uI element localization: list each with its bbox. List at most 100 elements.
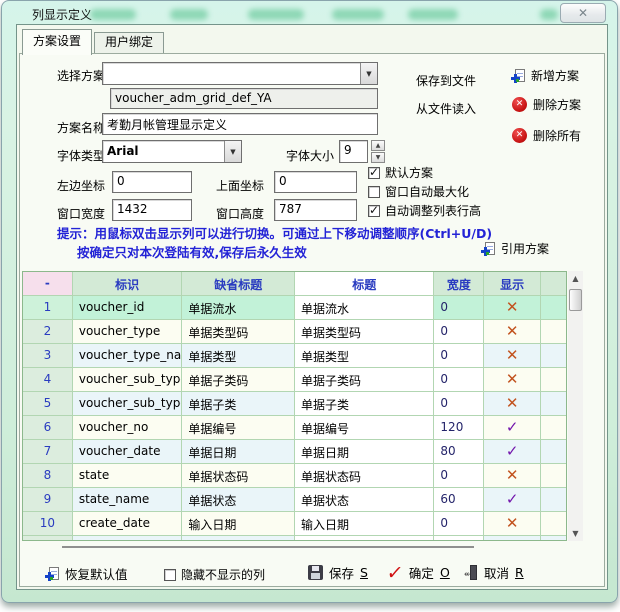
cell-identifier[interactable]: create_date (73, 512, 183, 536)
row-number[interactable]: 7 (23, 440, 73, 464)
cell-title[interactable]: 单据子类 (295, 392, 434, 416)
header-index[interactable]: - (23, 272, 73, 296)
cell-identifier[interactable]: voucher_sub_type (73, 392, 183, 416)
window-height-input[interactable]: 787 (274, 199, 357, 221)
row-number[interactable]: 4 (23, 368, 73, 392)
apply-scheme-button[interactable]: 引用方案 (482, 240, 549, 257)
cell-width[interactable] (434, 536, 484, 541)
checkbox-auto-maximize[interactable]: 窗口自动最大化 (368, 183, 469, 200)
grid-row[interactable]: 10create_date输入日期输入日期0✕ (23, 512, 566, 536)
grid-horizontal-slider[interactable] (62, 546, 474, 548)
tab-scheme-settings[interactable]: 方案设置 (22, 29, 92, 55)
cell-extra[interactable] (541, 392, 566, 416)
cell-title[interactable]: 输入人员 (295, 536, 434, 541)
grid-row[interactable]: 5voucher_sub_type单据子类单据子类0✕ (23, 392, 566, 416)
cell-default-title[interactable]: 单据子类码 (182, 368, 295, 392)
header-title[interactable]: 标题 (295, 272, 434, 296)
cell-width[interactable]: 80 (434, 440, 484, 464)
grid-row[interactable]: 输入人员输入人员 ✕ (23, 536, 566, 541)
row-number[interactable]: 8 (23, 464, 73, 488)
cell-identifier[interactable]: voucher_id (73, 296, 183, 320)
cell-default-title[interactable]: 输入人员 (182, 536, 295, 541)
row-number[interactable]: 2 (23, 320, 73, 344)
scheme-name-input[interactable]: 考勤月帐管理显示定义 (102, 113, 378, 135)
cell-width[interactable]: 0 (434, 512, 484, 536)
cell-default-title[interactable]: 单据编号 (182, 416, 295, 440)
cell-default-title[interactable]: 单据子类 (182, 392, 295, 416)
cancel-button[interactable]: ↞ 取消 R (464, 563, 524, 582)
cell-title[interactable]: 单据流水 (295, 296, 434, 320)
cell-width[interactable]: 60 (434, 488, 484, 512)
grid-row[interactable]: 7voucher_date单据日期单据日期80✓ (23, 440, 566, 464)
chevron-down-icon[interactable]: ▼ (224, 141, 241, 162)
grid-row[interactable]: 9state_name单据状态单据状态60✓ (23, 488, 566, 512)
save-to-file-link[interactable]: 保存到文件 (416, 72, 476, 89)
cell-visible[interactable]: ✓ (484, 488, 541, 512)
row-number[interactable]: 1 (23, 296, 73, 320)
font-size-up-button[interactable]: ▲ (371, 140, 385, 151)
tab-user-binding[interactable]: 用户绑定 (94, 32, 164, 53)
cell-width[interactable]: 0 (434, 392, 484, 416)
cell-visible[interactable]: ✕ (484, 344, 541, 368)
cell-extra[interactable] (541, 488, 566, 512)
cell-visible[interactable]: ✕ (484, 536, 541, 541)
cell-extra[interactable] (541, 368, 566, 392)
window-width-input[interactable]: 1432 (112, 199, 192, 221)
read-from-file-link[interactable]: 从文件读入 (416, 100, 476, 117)
cell-identifier[interactable]: state (73, 464, 183, 488)
font-size-input[interactable]: 9 (339, 140, 368, 163)
select-scheme-combobox[interactable]: ▼ (102, 62, 378, 85)
cell-identifier[interactable]: voucher_date (73, 440, 183, 464)
grid-row[interactable]: 2voucher_type单据类型码单据类型码0✕ (23, 320, 566, 344)
cell-width[interactable]: 0 (434, 344, 484, 368)
top-coord-input[interactable]: 0 (274, 171, 357, 193)
title-bar[interactable]: 列显示定义 ✕ (2, 1, 617, 24)
cell-width[interactable]: 120 (434, 416, 484, 440)
cell-extra[interactable] (541, 536, 566, 541)
cell-default-title[interactable]: 输入日期 (182, 512, 295, 536)
font-size-down-button[interactable]: ▼ (371, 152, 385, 163)
cell-extra[interactable] (541, 320, 566, 344)
delete-scheme-button[interactable]: ✕ 删除方案 (512, 96, 581, 113)
cell-identifier[interactable]: voucher_sub_type (73, 368, 183, 392)
cell-visible[interactable]: ✕ (484, 296, 541, 320)
grid-vertical-scrollbar[interactable]: ▲ ▼ (568, 271, 583, 541)
cell-default-title[interactable]: 单据类型 (182, 344, 295, 368)
header-default-title[interactable]: 缺省标题 (182, 272, 295, 296)
cell-visible[interactable]: ✓ (484, 440, 541, 464)
cell-visible[interactable]: ✕ (484, 320, 541, 344)
grid-row[interactable]: 6voucher_no单据编号单据编号120✓ (23, 416, 566, 440)
cell-default-title[interactable]: 单据类型码 (182, 320, 295, 344)
cell-extra[interactable] (541, 464, 566, 488)
left-coord-input[interactable]: 0 (112, 171, 192, 193)
grid-row[interactable]: 1voucher_id单据流水单据流水0✕ (23, 296, 566, 320)
cell-width[interactable]: 0 (434, 320, 484, 344)
checkbox-hide-hidden-columns[interactable]: 隐藏不显示的列 (164, 566, 265, 583)
cell-visible[interactable]: ✓ (484, 416, 541, 440)
row-number[interactable]: 10 (23, 512, 73, 536)
scrollbar-thumb[interactable] (569, 289, 582, 311)
save-button[interactable]: 保存 S (308, 563, 368, 582)
grid-row[interactable]: 8state单据状态码单据状态码0✕ (23, 464, 566, 488)
cell-identifier[interactable]: voucher_type (73, 320, 183, 344)
cell-default-title[interactable]: 单据日期 (182, 440, 295, 464)
cell-title[interactable]: 输入日期 (295, 512, 434, 536)
chevron-down-icon[interactable]: ▼ (360, 63, 377, 84)
cell-visible[interactable]: ✕ (484, 368, 541, 392)
row-number[interactable]: 6 (23, 416, 73, 440)
cell-extra[interactable] (541, 296, 566, 320)
header-width[interactable]: 宽度 (434, 272, 484, 296)
row-number[interactable]: 5 (23, 392, 73, 416)
grid-row[interactable]: 3voucher_type_nam单据类型单据类型0✕ (23, 344, 566, 368)
close-button[interactable]: ✕ (560, 3, 606, 23)
header-identifier[interactable]: 标识 (73, 272, 183, 296)
cell-title[interactable]: 单据状态码 (295, 464, 434, 488)
cell-identifier[interactable]: voucher_no (73, 416, 183, 440)
scroll-down-icon[interactable]: ▼ (568, 526, 583, 541)
cell-title[interactable]: 单据类型码 (295, 320, 434, 344)
cell-identifier[interactable] (73, 536, 183, 541)
header-visible[interactable]: 显示 (484, 272, 541, 296)
checkbox-default-scheme[interactable]: 默认方案 (368, 164, 433, 181)
cell-extra[interactable] (541, 440, 566, 464)
cell-visible[interactable]: ✕ (484, 464, 541, 488)
